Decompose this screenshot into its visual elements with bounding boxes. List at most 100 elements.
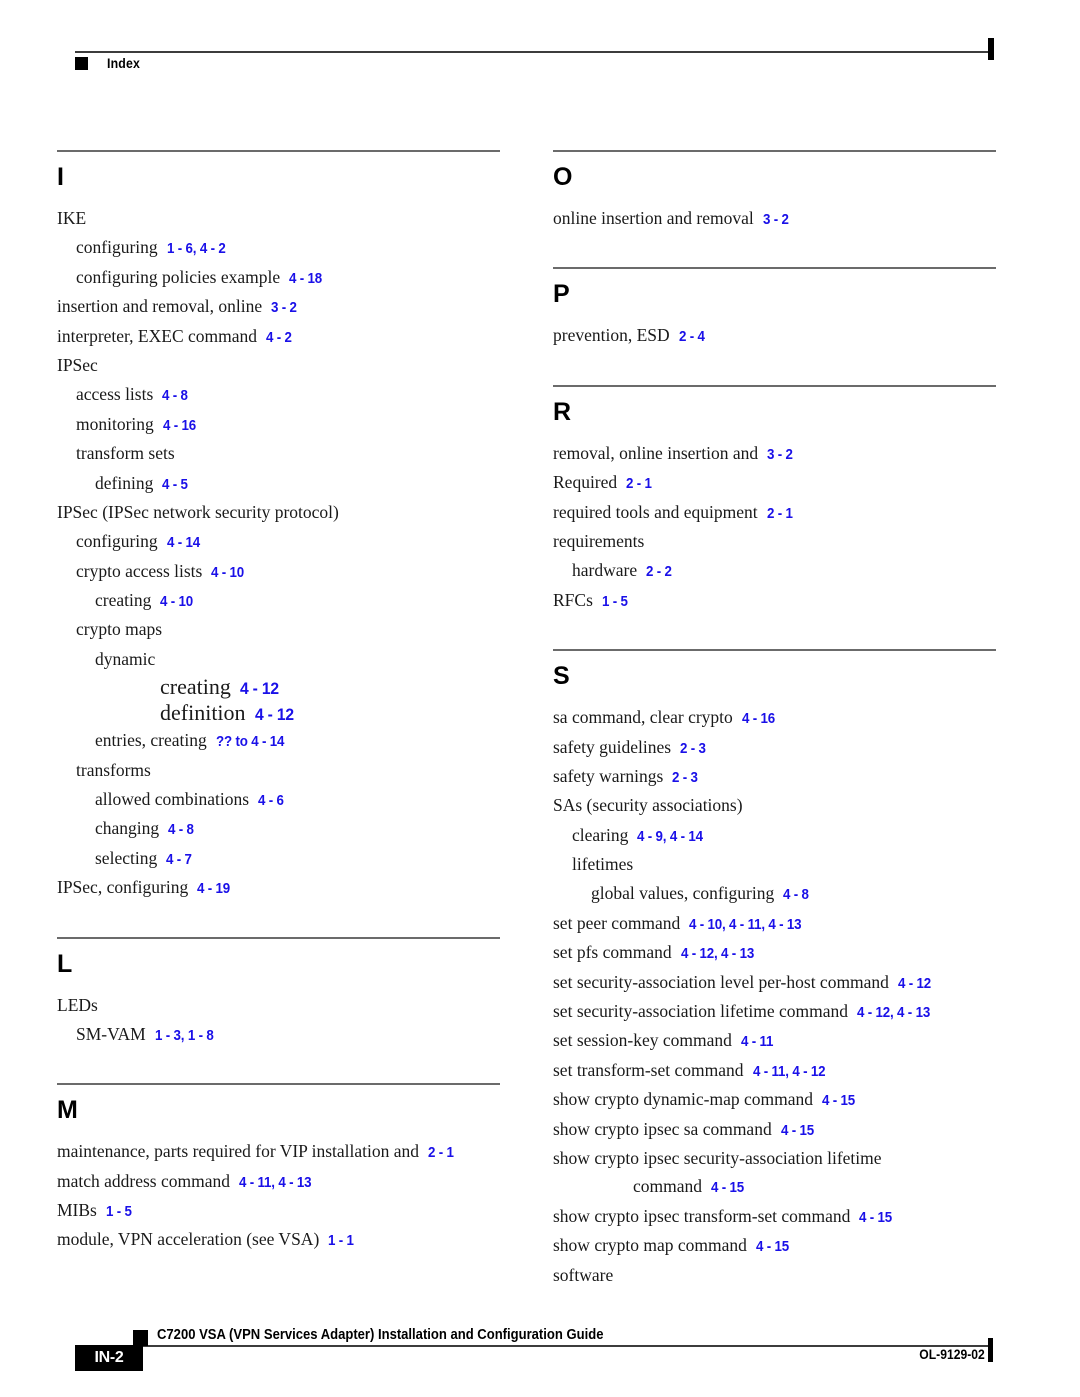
index-entry-reference[interactable]: ?? to 4 - 14 — [216, 730, 284, 754]
index-entry: sa command, clear crypto 4 - 16 — [553, 703, 996, 732]
section-letter: P — [553, 280, 570, 309]
index-entry: safety guidelines 2 - 3 — [553, 733, 996, 762]
index-entry-reference[interactable]: 3 - 2 — [763, 208, 789, 232]
index-entry-label: show crypto ipsec transform-set command — [553, 1205, 851, 1226]
index-entry-reference[interactable]: 4 - 16 — [742, 707, 775, 731]
index-entry-label: show crypto ipsec security-association l… — [553, 1147, 882, 1168]
index-entry-reference[interactable]: 4 - 16 — [163, 414, 196, 438]
index-entry: creating 4 - 10 — [57, 586, 500, 615]
index-entry-reference[interactable]: 4 - 10 — [211, 561, 244, 585]
index-entry-reference[interactable]: 2 - 1 — [626, 472, 652, 496]
index-entry: RFCs 1 - 5 — [553, 586, 996, 615]
index-section-r: Rremoval, online insertion and 3 - 2 Requi… — [553, 384, 996, 615]
index-entry-label: set security-association level per-host … — [553, 971, 889, 992]
index-entry: changing 4 - 8 — [57, 814, 500, 843]
index-entry-reference[interactable]: 4 - 5 — [162, 473, 188, 497]
index-entry-label: set pfs command — [553, 942, 672, 963]
index-entry-reference[interactable]: 4 - 11 — [741, 1030, 773, 1054]
section-letter: M — [57, 1096, 78, 1125]
index-entry-reference[interactable]: 3 - 2 — [271, 296, 297, 320]
footer-rule-end-tick — [988, 1338, 993, 1362]
index-entry-label: SM-VAM — [76, 1023, 146, 1044]
index-entry: transforms — [57, 756, 500, 785]
index-entry-reference[interactable]: 4 - 18 — [289, 267, 322, 291]
index-entry-reference[interactable]: 4 - 10 — [160, 590, 193, 614]
index-entry-label: show crypto ipsec sa command — [553, 1118, 772, 1139]
index-entry-reference[interactable]: 2 - 4 — [679, 325, 705, 349]
index-entry-reference[interactable]: 4 - 10, 4 - 11, 4 - 13 — [689, 913, 802, 937]
index-entry-label: safety warnings — [553, 765, 664, 786]
index-entry-reference[interactable]: 2 - 3 — [680, 737, 706, 761]
index-entry: set security-association lifetime comman… — [553, 997, 996, 1026]
index-entry-reference[interactable]: 4 - 11, 4 - 13 — [239, 1171, 312, 1195]
index-entry-label: configuring — [76, 531, 158, 552]
index-entry-reference[interactable]: 4 - 12 — [255, 705, 294, 725]
index-entry-reference[interactable]: 4 - 14 — [167, 531, 200, 555]
index-entry-reference[interactable]: 4 - 12 — [240, 679, 279, 699]
index-entry-reference[interactable]: 4 - 15 — [822, 1089, 855, 1113]
index-entry-reference[interactable]: 4 - 12, 4 - 13 — [681, 942, 754, 966]
index-entry: show crypto ipsec sa command 4 - 15 — [553, 1115, 996, 1144]
index-entry-reference[interactable]: 1 - 1 — [328, 1229, 354, 1253]
index-entry-label: SAs (security associations) — [553, 795, 743, 816]
page-number-tab: IN-2 — [75, 1345, 143, 1371]
index-entry-reference[interactable]: 4 - 6 — [258, 789, 284, 813]
index-column-right: Oonline insertion and removal 3 - 2 Ppreve… — [553, 150, 996, 1290]
index-entry-reference[interactable]: 2 - 3 — [672, 766, 698, 790]
index-section-o: Oonline insertion and removal 3 - 2 — [553, 150, 996, 233]
index-entry-reference[interactable]: 1 - 6, 4 - 2 — [167, 237, 226, 261]
index-entry-reference[interactable]: 4 - 8 — [162, 384, 188, 408]
index-entry-reference[interactable]: 2 - 1 — [767, 502, 793, 526]
index-entry-reference[interactable]: 4 - 12, 4 - 13 — [857, 1001, 930, 1025]
section-letter: O — [553, 163, 572, 191]
index-entry: defining 4 - 5 — [57, 469, 500, 498]
index-entry-label: changing — [95, 818, 160, 839]
index-entry-label: RFCs — [553, 589, 593, 610]
index-entry-reference[interactable]: 4 - 12 — [898, 972, 931, 996]
index-entry: crypto access lists 4 - 10 — [57, 557, 500, 586]
index-entry: match address command 4 - 11, 4 - 13 — [57, 1167, 500, 1196]
index-entry-label: IKE — [57, 208, 87, 228]
footer-rule — [75, 1345, 993, 1347]
index-entry-label: safety guidelines — [553, 736, 672, 757]
index-entry: show crypto map command 4 - 15 — [553, 1231, 996, 1260]
index-entry-reference[interactable]: 4 - 7 — [166, 848, 192, 872]
index-entry-reference[interactable]: 4 - 15 — [711, 1176, 744, 1200]
index-entry-label: selecting — [95, 847, 158, 868]
index-entry: clearing 4 - 9, 4 - 14 — [553, 821, 996, 850]
index-entry-label: creating — [160, 674, 231, 700]
index-entry-reference[interactable]: 1 - 5 — [106, 1200, 132, 1224]
section-letter: S — [553, 662, 570, 691]
index-entry: global values, configuring 4 - 8 — [553, 879, 996, 908]
index-entry-reference[interactable]: 4 - 8 — [168, 818, 194, 842]
index-entry: set pfs command 4 - 12, 4 - 13 — [553, 938, 996, 967]
index-entry: IPSec, configuring 4 - 19 — [57, 873, 500, 902]
index-entry-reference[interactable]: 4 - 15 — [781, 1119, 814, 1143]
index-entry-reference[interactable]: 2 - 1 — [428, 1141, 454, 1165]
index-entry-reference[interactable]: 4 - 2 — [266, 326, 292, 350]
index-entry-reference[interactable]: 4 - 15 — [859, 1206, 892, 1230]
index-entry: set transform-set command 4 - 11, 4 - 12 — [553, 1056, 996, 1085]
index-entry: definition 4 - 12 — [57, 700, 500, 726]
index-entry-label: IPSec, configuring — [57, 877, 189, 898]
index-entry-label: IPSec (IPSec network security protocol) — [57, 501, 339, 522]
index-entry: configuring 4 - 14 — [57, 527, 500, 556]
index-entry-reference[interactable]: 1 - 3, 1 - 8 — [155, 1024, 214, 1048]
index-entry-reference[interactable]: 4 - 15 — [756, 1235, 789, 1259]
index-entry-reference[interactable]: 4 - 11, 4 - 12 — [753, 1060, 826, 1084]
index-entry-label: required tools and equipment — [553, 501, 758, 522]
page-footer: IN-2 C7200 VSA (VPN Services Adapter) In… — [0, 1316, 1080, 1376]
document-id: OL-9129-02 — [919, 1347, 985, 1362]
header-rule-end-tick — [988, 38, 994, 60]
index-entry-reference[interactable]: 4 - 8 — [783, 883, 809, 907]
index-entry-reference[interactable]: 1 - 5 — [602, 590, 628, 614]
index-entry-reference[interactable]: 3 - 2 — [767, 443, 793, 467]
section-entries: prevention, ESD 2 - 4 — [553, 307, 996, 350]
index-entry-reference[interactable]: 4 - 19 — [197, 877, 230, 901]
index-entry-reference[interactable]: 4 - 9, 4 - 14 — [637, 825, 703, 849]
page-header: Index — [0, 0, 1080, 90]
index-entry-label: online insertion and removal — [553, 208, 754, 228]
index-entry-reference[interactable]: 2 - 2 — [646, 560, 672, 584]
index-entry: transform sets — [57, 439, 500, 468]
index-entry-label: defining — [95, 472, 154, 493]
